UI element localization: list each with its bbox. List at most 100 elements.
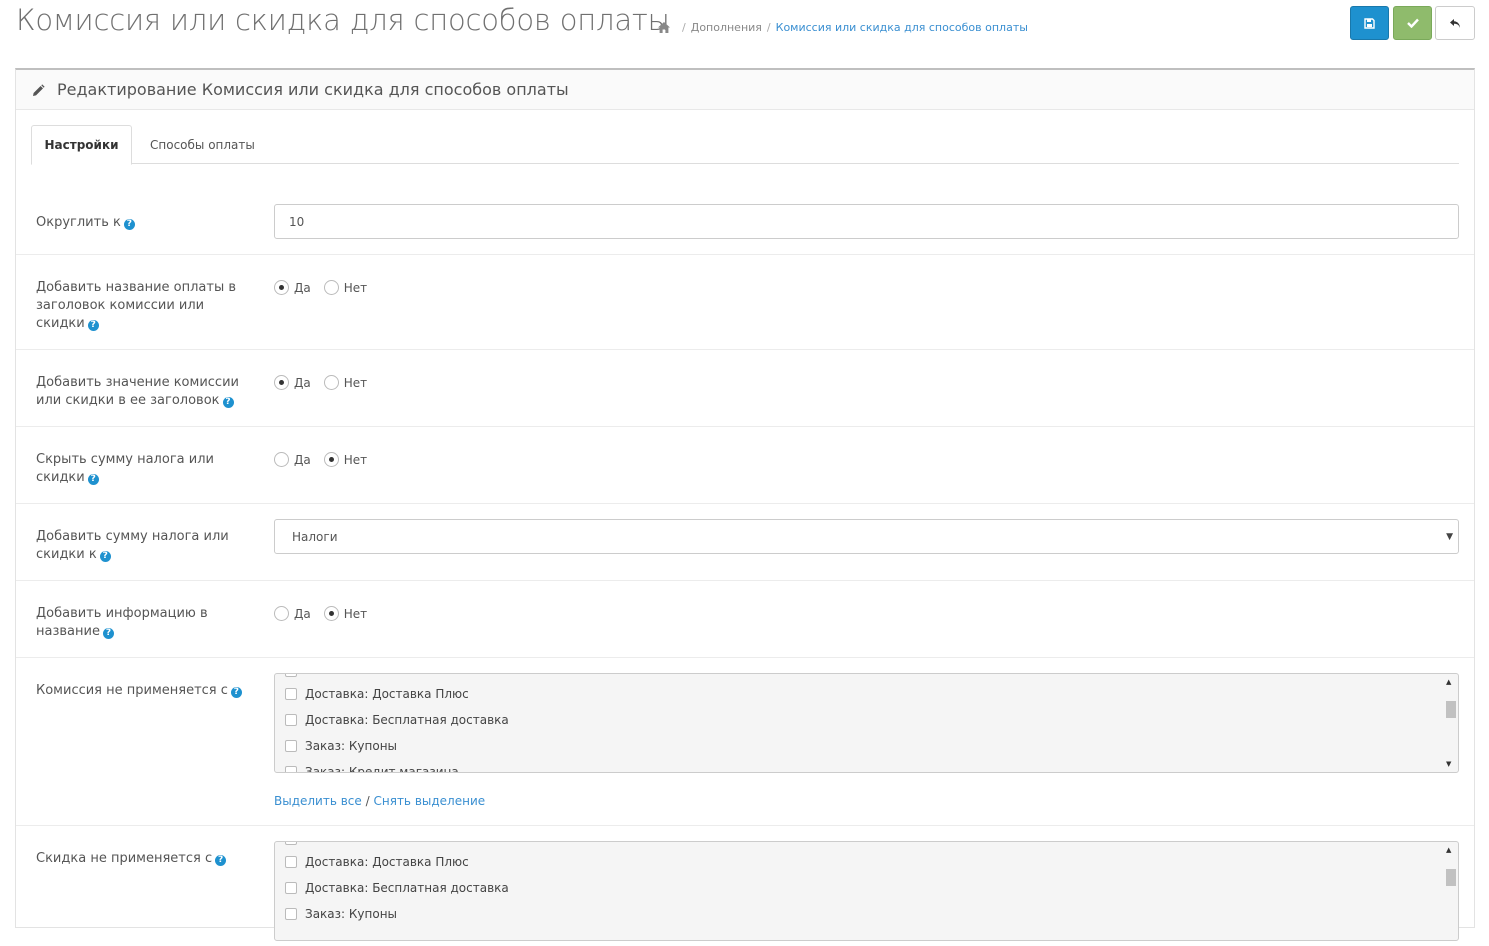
discount-not-applied-list[interactable]: Доставка: Доставка Плюс Доставка: Беспла… [274,841,1459,941]
list-item[interactable]: Заказ: Купоны [285,907,397,921]
help-icon[interactable]: ? [222,397,234,408]
help-icon[interactable]: ? [230,687,242,698]
form-row-add-payment-name: Добавить название оплаты в заголовок ком… [16,255,1474,350]
fee-select-links: Выделить все / Снять выделение [274,794,485,808]
form-row-add-info: Добавить информацию в название? Да Нет [16,581,1474,658]
home-icon[interactable] [657,21,671,34]
checkbox[interactable] [285,856,297,868]
page-title: Комиссия или скидка для способов оплаты [16,3,670,37]
panel-title: Редактирование Комиссия или скидка для с… [57,80,569,99]
add-payment-name-label: Добавить название оплаты в заголовок ком… [36,280,237,331]
help-icon[interactable]: ? [87,320,99,331]
checkbox[interactable] [285,842,297,845]
add-tax-to-label: Добавить сумму налога или скидки к? [36,529,229,562]
apply-button[interactable] [1393,6,1432,40]
checkbox[interactable] [285,688,297,700]
round-to-input[interactable]: 10 [274,204,1459,239]
breadcrumb-separator: / [766,21,771,34]
help-icon[interactable]: ? [215,855,227,866]
fee-not-applied-label: Комиссия не применяется с? [36,682,242,700]
pencil-icon [31,83,45,97]
radio-checked[interactable] [323,452,339,467]
help-icon[interactable]: ? [87,474,99,485]
checkbox[interactable] [285,714,297,726]
list-item[interactable]: Заказ: Кредит магазина [285,765,459,772]
add-tax-to-select[interactable]: Налоги ▼ [274,519,1459,554]
hide-tax-yes[interactable]: Да [274,452,311,467]
fee-not-applied-list[interactable]: Доставка: Доставка Плюс Доставка: Беспла… [274,673,1459,773]
help-icon[interactable]: ? [102,628,114,639]
select-value: Налоги [292,529,338,544]
checkbox[interactable] [285,674,297,677]
scroll-down-icon[interactable]: ▼ [1446,760,1451,768]
tab-settings[interactable]: Настройки [31,125,132,165]
floppy-icon [1364,17,1375,29]
caret-down-icon: ▼ [1446,532,1453,542]
scroll-up-icon[interactable]: ▲ [1446,846,1451,854]
list-item[interactable]: Доставка: Доставка Плюс [285,687,469,701]
form-row-discount-not-applied: Скидка не применяется с? Доставка: Доста… [16,826,1474,946]
add-fee-value-yes[interactable]: Да [274,375,311,390]
add-info-no[interactable]: Нет [323,606,367,621]
scroll-up-icon[interactable]: ▲ [1446,678,1451,686]
panel-heading: Редактирование Комиссия или скидка для с… [16,70,1474,110]
breadcrumb-separator: / [682,21,686,34]
hide-tax-no[interactable]: Нет [323,452,367,467]
form-row-fee-not-applied: Комиссия не применяется с? Доставка: Дос… [16,658,1474,826]
help-icon[interactable]: ? [99,551,111,562]
radio-unchecked[interactable] [323,280,339,295]
link-separator: / [365,794,370,808]
list-item[interactable]: Доставка: Бесплатная доставка [285,713,509,727]
back-button[interactable] [1435,6,1475,40]
add-fee-value-label: Добавить значение комиссии или скидки в … [36,375,239,408]
radio-checked[interactable] [274,375,289,390]
hide-tax-label: Скрыть сумму налога или скидки? [36,452,214,485]
hide-tax-radio-group: Да Нет [274,452,380,467]
breadcrumb-extensions[interactable]: Дополнения [691,21,762,34]
breadcrumb-current[interactable]: Комиссия или скидка для способов оплаты [776,21,1028,34]
list-item[interactable]: Заказ: Купоны [285,739,397,753]
radio-checked[interactable] [274,280,289,295]
breadcrumb: / Дополнения / Комиссия или скидка для с… [657,21,1028,34]
checkbox[interactable] [285,740,297,752]
form-row-add-tax-to: Добавить сумму налога или скидки к? Нало… [16,504,1474,581]
save-button[interactable] [1350,6,1389,40]
radio-unchecked[interactable] [274,452,289,467]
scroll-thumb[interactable] [1446,701,1456,718]
add-info-label: Добавить информацию в название? [36,606,208,639]
help-icon[interactable]: ? [123,219,135,230]
round-to-label: Округлить к? [36,214,135,232]
add-info-yes[interactable]: Да [274,606,311,621]
scrollbar[interactable]: ▲ ▼ [1443,674,1458,772]
scroll-thumb[interactable] [1446,869,1456,886]
select-all-link[interactable]: Выделить все [274,794,362,808]
scrollbar[interactable]: ▲ [1443,842,1458,940]
list-item[interactable] [285,674,309,678]
add-fee-value-no[interactable]: Нет [323,375,367,390]
radio-checked[interactable] [323,606,339,621]
edit-panel: Редактирование Комиссия или скидка для с… [15,68,1475,941]
list-item[interactable]: Доставка: Бесплатная доставка [285,881,509,895]
deselect-all-link[interactable]: Снять выделение [374,794,486,808]
tabs: Настройки Способы оплаты [31,125,1459,165]
list-item[interactable] [285,842,309,846]
checkbox[interactable] [285,766,297,772]
checkbox[interactable] [285,908,297,920]
page-header: Комиссия или скидка для способов оплаты … [0,0,1489,60]
reply-icon [1450,18,1460,28]
add-payment-name-radio-group: Да Нет [274,280,380,295]
list-item[interactable]: Доставка: Доставка Плюс [285,855,469,869]
discount-not-applied-label: Скидка не применяется с? [36,850,227,868]
tab-payment-methods[interactable]: Способы оплаты [135,125,270,164]
radio-unchecked[interactable] [274,606,289,621]
form-row-hide-tax: Скрыть сумму налога или скидки? Да Нет [16,427,1474,504]
add-payment-name-yes[interactable]: Да [274,280,311,295]
add-fee-value-radio-group: Да Нет [274,375,380,390]
form-row-round-to: Округлить к? 10 [16,185,1474,255]
checkbox[interactable] [285,882,297,894]
add-payment-name-no[interactable]: Нет [323,280,367,295]
form-row-add-fee-value: Добавить значение комиссии или скидки в … [16,350,1474,427]
radio-unchecked[interactable] [323,375,339,390]
add-info-radio-group: Да Нет [274,606,380,621]
check-icon [1406,18,1419,28]
